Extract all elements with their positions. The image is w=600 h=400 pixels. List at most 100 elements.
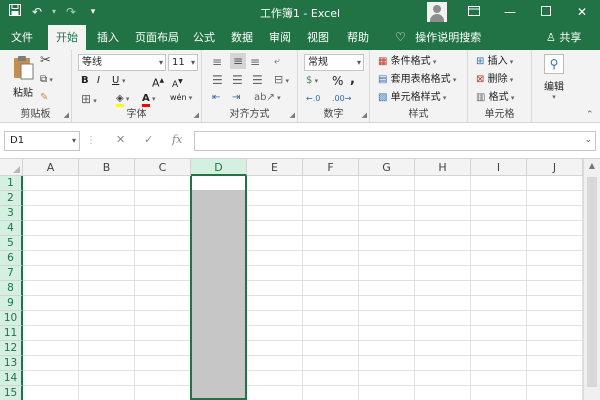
row-header-9[interactable]: 9: [0, 296, 23, 311]
formula-input[interactable]: ⌄: [194, 131, 596, 151]
cell-styles-button[interactable]: ▧ 单元格样式 ▾: [378, 90, 446, 106]
collapse-ribbon-icon[interactable]: ⌃: [586, 110, 594, 120]
row-header-8[interactable]: 8: [0, 281, 23, 296]
row-header-6[interactable]: 6: [0, 251, 23, 266]
ribbon-display-options-button[interactable]: [456, 0, 492, 25]
tab-insert[interactable]: 插入: [92, 25, 124, 50]
minimize-button[interactable]: —: [492, 0, 528, 25]
alignment-launcher-icon[interactable]: ◢: [290, 111, 295, 119]
delete-cells-button[interactable]: ⊠ 删除 ▾: [476, 72, 513, 88]
middle-align-button[interactable]: ≡: [230, 53, 246, 69]
column-header-a[interactable]: A: [23, 159, 79, 176]
copy-button[interactable]: ⧉ ▾: [40, 72, 53, 88]
align-top-icon: ≡: [212, 55, 223, 69]
maximize-button[interactable]: [528, 0, 564, 25]
percent-style-button[interactable]: %: [332, 73, 343, 89]
share-button[interactable]: ♙ 共享: [546, 25, 581, 50]
conditional-formatting-button[interactable]: ▦ 条件格式 ▾: [378, 54, 436, 70]
selected-column-d[interactable]: [190, 176, 247, 400]
align-right-button[interactable]: ☰: [252, 72, 263, 88]
font-launcher-icon[interactable]: ◢: [194, 111, 199, 119]
row-header-12[interactable]: 12: [0, 341, 23, 356]
align-left-button[interactable]: ☰: [212, 72, 223, 88]
phonetic-guide-button[interactable]: wén ▾: [170, 90, 192, 106]
format-as-table-button[interactable]: ▤ 套用表格格式 ▾: [378, 72, 456, 88]
tab-home[interactable]: 开始: [48, 25, 86, 50]
column-header-f[interactable]: F: [303, 159, 359, 176]
paste-label: 粘贴: [13, 88, 33, 99]
select-all-button[interactable]: [0, 159, 23, 176]
row-header-5[interactable]: 5: [0, 236, 23, 251]
row-header-7[interactable]: 7: [0, 266, 23, 281]
enter-icon[interactable]: ✓: [144, 133, 153, 146]
name-box[interactable]: D1 ▾: [4, 131, 80, 151]
bold-button[interactable]: B: [81, 73, 89, 89]
column-header-j[interactable]: J: [527, 159, 583, 176]
tab-data[interactable]: 数据: [226, 25, 258, 50]
indent-icon: ⇥: [232, 92, 241, 103]
italic-button[interactable]: I: [97, 73, 100, 89]
bottom-align-button[interactable]: ≡: [250, 54, 260, 70]
row-header-2[interactable]: 2: [0, 191, 23, 206]
tell-me-search[interactable]: ♡ 操作说明搜索: [395, 25, 481, 50]
clipboard-launcher-icon[interactable]: ◢: [64, 111, 69, 119]
cancel-icon[interactable]: ✕: [116, 133, 125, 146]
merge-center-button[interactable]: ⊟ ▾: [274, 72, 289, 88]
column-header-e[interactable]: E: [247, 159, 303, 176]
formula-bar-grip-icon[interactable]: ⋮: [86, 135, 96, 146]
cell-area[interactable]: [23, 176, 583, 400]
column-header-h[interactable]: H: [415, 159, 471, 176]
tab-formulas[interactable]: 公式: [188, 25, 220, 50]
avatar-body-icon: [430, 14, 444, 22]
avatar[interactable]: [427, 2, 447, 22]
cut-button[interactable]: ✂: [40, 53, 51, 69]
paste-button[interactable]: 粘贴: [8, 55, 38, 99]
format-cells-button[interactable]: ▥ 格式 ▾: [476, 90, 514, 106]
insert-function-icon[interactable]: fx: [172, 133, 182, 146]
number-format-select[interactable]: 常规 ▾: [304, 54, 364, 71]
format-painter-button[interactable]: ✎: [40, 90, 48, 106]
column-header-c[interactable]: C: [135, 159, 191, 176]
column-header-g[interactable]: G: [359, 159, 415, 176]
accounting-format-button[interactable]: $ ▾: [306, 73, 318, 89]
insert-cells-button[interactable]: ⊞ 插入 ▾: [476, 54, 513, 70]
row-header-3[interactable]: 3: [0, 206, 23, 221]
editing-button[interactable]: ⚲ 编辑 ▾: [538, 54, 570, 101]
row-header-15[interactable]: 15: [0, 386, 23, 400]
row-header-11[interactable]: 11: [0, 326, 23, 341]
decrease-indent-button[interactable]: ⇤: [212, 90, 220, 106]
tab-help[interactable]: 帮助: [342, 25, 374, 50]
vertical-scrollbar[interactable]: ▲: [583, 159, 600, 400]
tab-review[interactable]: 审阅: [264, 25, 296, 50]
font-size-select[interactable]: 11 ▾: [168, 54, 198, 71]
person-icon: ♙: [546, 31, 556, 44]
row-header-10[interactable]: 10: [0, 311, 23, 326]
row-header-14[interactable]: 14: [0, 371, 23, 386]
orientation-button[interactable]: ab↗ ▾: [254, 90, 281, 106]
number-launcher-icon[interactable]: ◢: [362, 111, 367, 119]
scrollbar-thumb[interactable]: [587, 177, 597, 387]
row-header-4[interactable]: 4: [0, 221, 23, 236]
tab-page-layout[interactable]: 页面布局: [130, 25, 184, 50]
scroll-up-icon[interactable]: ▲: [584, 161, 600, 170]
tab-file[interactable]: 文件: [4, 25, 40, 50]
tab-view[interactable]: 视图: [302, 25, 334, 50]
active-cell-d1[interactable]: [192, 176, 245, 190]
top-align-button[interactable]: ≡: [212, 54, 222, 70]
align-center-button[interactable]: ☰: [232, 72, 243, 88]
comma-style-button[interactable]: ,: [350, 72, 355, 88]
row-header-13[interactable]: 13: [0, 356, 23, 371]
column-header-i[interactable]: I: [471, 159, 527, 176]
increase-font-size-button[interactable]: A▲: [152, 73, 164, 90]
expand-formula-bar-icon[interactable]: ⌄: [584, 135, 592, 145]
font-name-select[interactable]: 等线 ▾: [78, 54, 166, 71]
row-header-1[interactable]: 1: [0, 176, 23, 191]
close-button[interactable]: ✕: [564, 0, 600, 25]
wrap-text-button[interactable]: ⤶: [274, 54, 280, 70]
increase-indent-button[interactable]: ⇥: [232, 90, 240, 106]
underline-dropdown-icon[interactable]: ▾: [122, 73, 126, 89]
decrease-font-size-button[interactable]: A▼: [172, 74, 183, 90]
column-header-d[interactable]: D: [191, 159, 247, 176]
column-header-b[interactable]: B: [79, 159, 135, 176]
underline-button[interactable]: U: [112, 73, 119, 89]
